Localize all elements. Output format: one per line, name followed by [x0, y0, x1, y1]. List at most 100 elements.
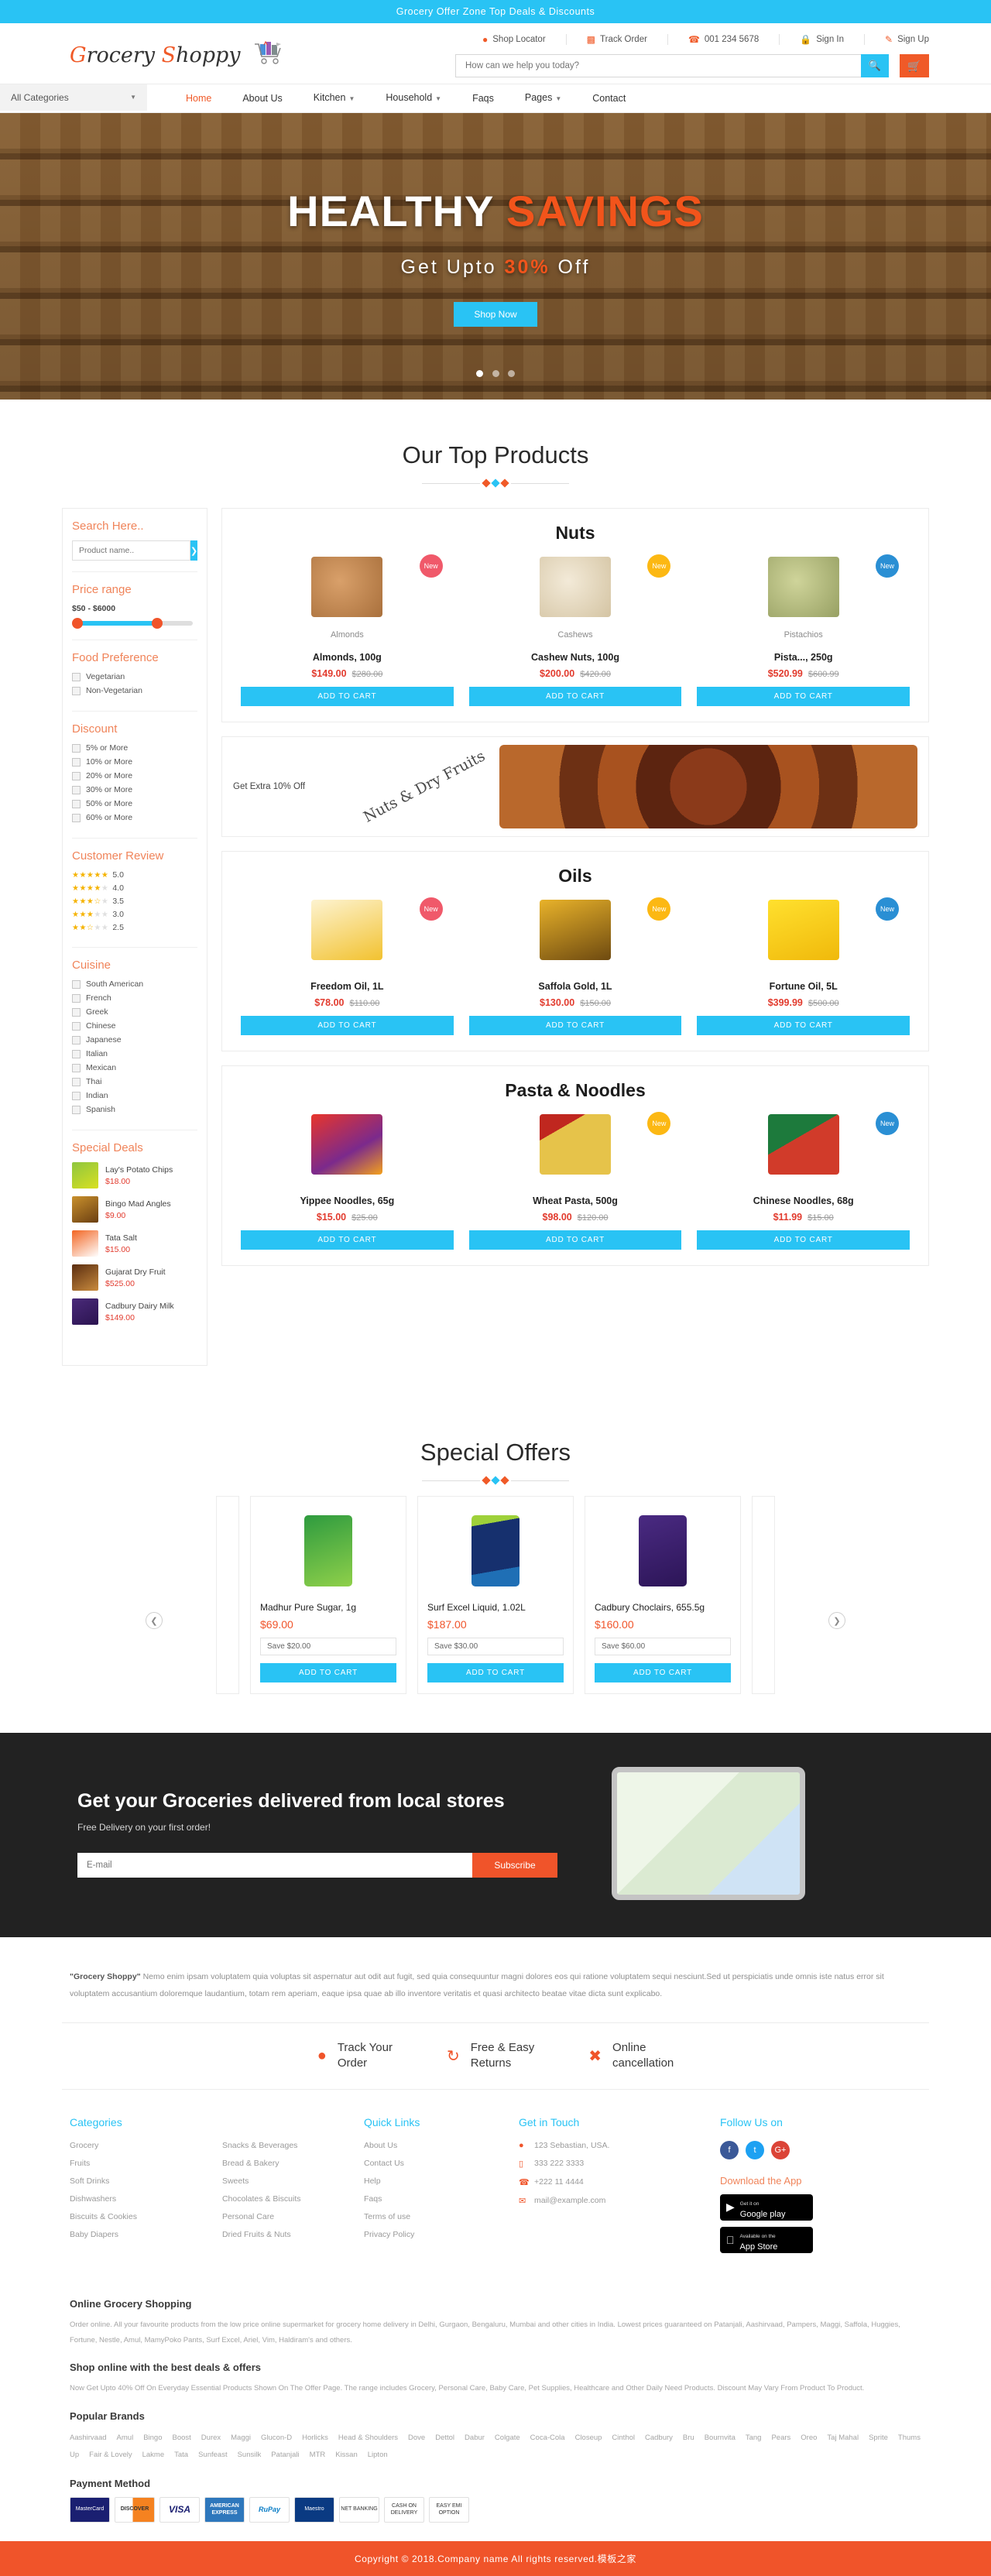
- newsletter-email-input[interactable]: [77, 1852, 472, 1878]
- brand-name[interactable]: Aashirvaad: [70, 2434, 107, 2442]
- footer-link[interactable]: Privacy Policy: [364, 2230, 519, 2239]
- footer-link[interactable]: Sweets: [222, 2176, 301, 2186]
- checkbox-icon[interactable]: [72, 979, 81, 989]
- carousel-next-button[interactable]: ❯: [828, 1612, 845, 1629]
- brand-name[interactable]: Durex: [201, 2434, 221, 2442]
- footer-link[interactable]: Chocolates & Biscuits: [222, 2194, 301, 2204]
- subscribe-button[interactable]: Subscribe: [472, 1852, 557, 1878]
- product-card[interactable]: New Wheat Pasta, 500g $98.00 $120.00 ADD …: [461, 1106, 690, 1250]
- brand-name[interactable]: Oreo: [801, 2434, 817, 2442]
- filter-rating-5[interactable]: ★★★★★ 5.0: [72, 870, 197, 880]
- nav-item-household[interactable]: Household ▼: [370, 84, 457, 112]
- filter-rating-3[interactable]: ★★★★★ 3.0: [72, 910, 197, 919]
- brand-name[interactable]: Closeup: [575, 2434, 602, 2442]
- add-to-cart-button[interactable]: ADD TO CART: [468, 1230, 682, 1250]
- filter-rating-2-5[interactable]: ★★☆★★ 2.5: [72, 923, 197, 932]
- filter-discount-60[interactable]: 60% or More: [72, 813, 197, 822]
- utility-item-sign-in[interactable]: 🔒 Sign In: [780, 34, 866, 45]
- brand-name[interactable]: Sunsilk: [238, 2451, 262, 2459]
- footer-link[interactable]: Dishwashers: [70, 2194, 137, 2204]
- product-card[interactable]: New Chinese Noodles, 68g $11.99 $15.00 AD…: [689, 1106, 917, 1250]
- promo-banner[interactable]: Get Extra 10% Off Nuts & Dry Fruits: [221, 736, 929, 837]
- utility-item-shop-locator[interactable]: ● Shop Locator: [462, 34, 567, 45]
- contact-email[interactable]: ✉ mail@example.com: [519, 2196, 720, 2206]
- footer-link[interactable]: Dried Fruits & Nuts: [222, 2230, 301, 2239]
- brand-name[interactable]: Colgate: [495, 2434, 520, 2442]
- product-card[interactable]: New Fortune Oil, 5L $399.99 $500.00 ADD T…: [689, 891, 917, 1035]
- brand-name[interactable]: Bingo: [143, 2434, 162, 2442]
- add-to-cart-button[interactable]: ADD TO CART: [697, 1230, 910, 1250]
- deal-item[interactable]: Bingo Mad Angles $9.00: [72, 1196, 197, 1223]
- brand-name[interactable]: Bournvita: [705, 2434, 736, 2442]
- checkbox-icon[interactable]: [72, 785, 81, 794]
- footer-link[interactable]: Terms of use: [364, 2212, 519, 2221]
- filter-cuisine-greek[interactable]: Greek: [72, 1007, 197, 1017]
- contact-mobile[interactable]: ▯ 333 222 3333: [519, 2159, 720, 2169]
- brand-name[interactable]: Lakme: [142, 2451, 165, 2459]
- product-card[interactable]: New Almonds Almonds, 100g $149.00 $280.00…: [233, 548, 461, 706]
- filter-cuisine-south-american[interactable]: South American: [72, 979, 197, 989]
- footer-link[interactable]: Snacks & Beverages: [222, 2141, 301, 2150]
- add-to-cart-button[interactable]: ADD TO CART: [241, 1016, 454, 1035]
- footer-link[interactable]: Soft Drinks: [70, 2176, 137, 2186]
- checkbox-icon[interactable]: [72, 1105, 81, 1114]
- offer-card-partial[interactable]: [752, 1496, 775, 1694]
- nav-item-kitchen[interactable]: Kitchen ▼: [298, 84, 371, 112]
- filter-discount-20[interactable]: 20% or More: [72, 771, 197, 780]
- nav-item-faqs[interactable]: Faqs: [457, 85, 509, 111]
- filter-cuisine-thai[interactable]: Thai: [72, 1077, 197, 1086]
- offer-card-partial[interactable]: [216, 1496, 239, 1694]
- search-button[interactable]: 🔍: [861, 54, 889, 77]
- add-to-cart-button[interactable]: ADD TO CART: [241, 687, 454, 706]
- cart-button[interactable]: 🛒: [900, 54, 929, 77]
- contact-phone[interactable]: ☎ +222 11 4444: [519, 2177, 720, 2187]
- nav-item-pages[interactable]: Pages ▼: [509, 84, 577, 112]
- offer-card[interactable]: Surf Excel Liquid, 1.02L $187.00 Save $3…: [417, 1496, 574, 1694]
- checkbox-icon[interactable]: [72, 1091, 81, 1100]
- price-range-slider[interactable]: [72, 618, 193, 629]
- brand-name[interactable]: Head & Shoulders: [338, 2434, 398, 2442]
- brand-name[interactable]: Dove: [408, 2434, 425, 2442]
- brand-name[interactable]: Tang: [746, 2434, 762, 2442]
- shop-now-button[interactable]: Shop Now: [454, 302, 537, 327]
- brand-name[interactable]: Dabur: [465, 2434, 485, 2442]
- search-input[interactable]: [455, 54, 889, 77]
- filter-cuisine-spanish[interactable]: Spanish: [72, 1105, 197, 1114]
- brand-name[interactable]: MTR: [310, 2451, 326, 2459]
- filter-discount-5[interactable]: 5% or More: [72, 743, 197, 753]
- google-plus-icon[interactable]: G+: [771, 2140, 790, 2159]
- brand-name[interactable]: Cadbury: [645, 2434, 673, 2442]
- checkbox-icon[interactable]: [72, 686, 81, 695]
- add-to-cart-button[interactable]: ADD TO CART: [241, 1230, 454, 1250]
- brand-name[interactable]: Cinthol: [612, 2434, 635, 2442]
- filter-rating-4[interactable]: ★★★★★ 4.0: [72, 883, 197, 893]
- add-to-cart-button[interactable]: ADD TO CART: [468, 687, 682, 706]
- filter-discount-50[interactable]: 50% or More: [72, 799, 197, 808]
- carousel-dot[interactable]: [475, 370, 483, 377]
- facebook-icon[interactable]: f: [720, 2140, 739, 2159]
- add-to-cart-button[interactable]: ADD TO CART: [697, 687, 910, 706]
- brand-name[interactable]: Sprite: [869, 2434, 888, 2442]
- checkbox-icon[interactable]: [72, 1049, 81, 1058]
- offer-card[interactable]: Cadbury Choclairs, 655.5g $160.00 Save $…: [585, 1496, 741, 1694]
- footer-link[interactable]: Grocery: [70, 2141, 137, 2150]
- checkbox-icon[interactable]: [72, 1021, 81, 1031]
- footer-link[interactable]: Biscuits & Cookies: [70, 2212, 137, 2221]
- nav-item-about-us[interactable]: About Us: [227, 85, 297, 111]
- checkbox-icon[interactable]: [72, 813, 81, 822]
- carousel-dot[interactable]: [492, 370, 499, 377]
- google-play-button[interactable]: ▶ Get it on Google play: [720, 2194, 813, 2221]
- brand-name[interactable]: Patanjali: [271, 2451, 299, 2459]
- filter-discount-30[interactable]: 30% or More: [72, 785, 197, 794]
- brand-name[interactable]: Coca-Cola: [530, 2434, 565, 2442]
- filter-cuisine-mexican[interactable]: Mexican: [72, 1063, 197, 1072]
- price-slider-handle-max[interactable]: [152, 618, 163, 629]
- brand-name[interactable]: Taj Mahal: [827, 2434, 859, 2442]
- brand-name[interactable]: Lipton: [368, 2451, 388, 2459]
- footer-link[interactable]: Bread & Bakery: [222, 2159, 301, 2168]
- checkbox-icon[interactable]: [72, 1063, 81, 1072]
- checkbox-icon[interactable]: [72, 799, 81, 808]
- product-card[interactable]: New Freedom Oil, 1L $78.00 $110.00 ADD TO…: [233, 891, 461, 1035]
- brand-name[interactable]: Glucon-D: [261, 2434, 292, 2442]
- deal-item[interactable]: Tata Salt $15.00: [72, 1230, 197, 1257]
